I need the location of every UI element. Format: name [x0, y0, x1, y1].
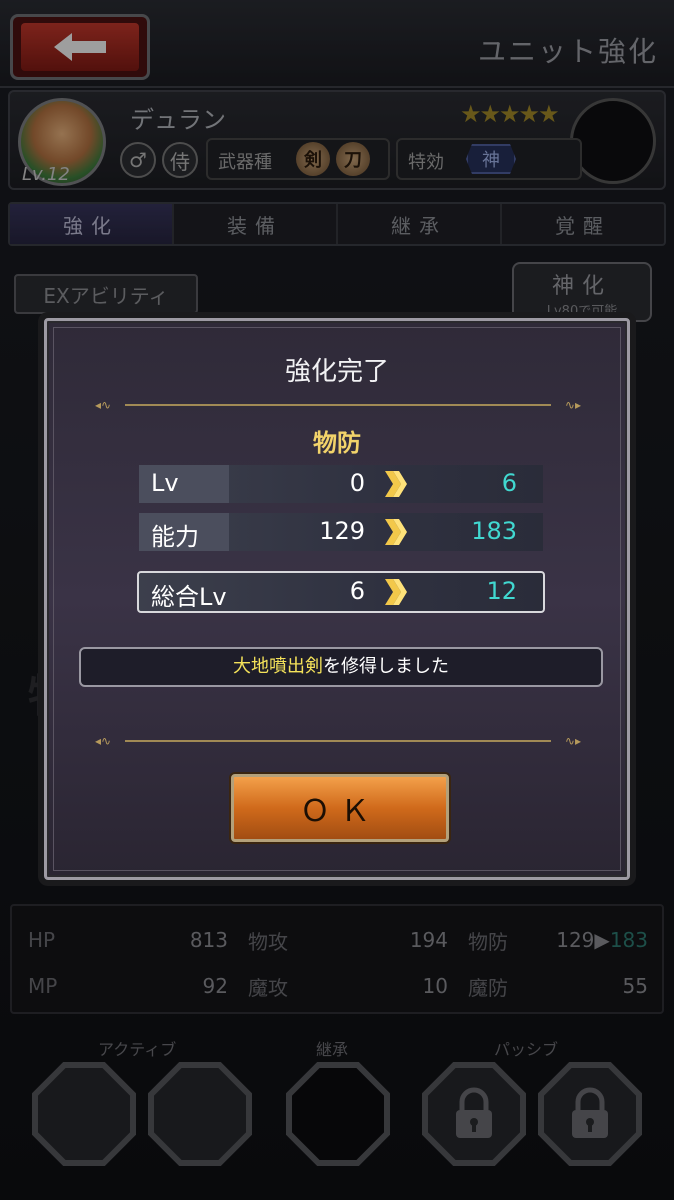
dialog-title: 強化完了	[284, 357, 389, 387]
ok-button[interactable]: ＯＫ	[231, 774, 449, 842]
old-value: 0	[349, 469, 365, 497]
divider-ornament: ◂∿ ∿▸	[95, 734, 581, 748]
learned-skill-name: 大地噴出剣	[233, 656, 323, 677]
new-value: 183	[471, 517, 517, 545]
double-chevron-icon	[385, 471, 407, 497]
learned-message-text: を修得しました	[323, 656, 449, 677]
double-chevron-icon	[385, 519, 407, 545]
row-label: 総合Lv	[151, 583, 227, 611]
old-value: 6	[349, 577, 365, 605]
level-change-row: Lv 0 6	[139, 465, 543, 503]
row-label: 能力	[151, 523, 199, 551]
ability-change-row: 能力 129 183	[139, 513, 543, 551]
skill-learned-message: 大地噴出剣を修得しました	[79, 647, 603, 687]
ok-button-label: ＯＫ	[300, 794, 380, 829]
divider-ornament: ◂∿ ∿▸	[95, 398, 581, 412]
enhanced-stat-name: 物防	[313, 429, 361, 457]
new-value: 6	[501, 469, 517, 497]
enhance-complete-dialog: 強化完了 ◂∿ ∿▸ 物防 Lv 0 6 能力 129 183 総合Lv 6 12…	[44, 318, 630, 880]
total-level-change-row: 総合Lv 6 12	[137, 571, 545, 613]
new-value: 12	[486, 577, 517, 605]
row-label: Lv	[151, 469, 179, 497]
old-value: 129	[319, 517, 365, 545]
double-chevron-icon	[385, 579, 407, 605]
